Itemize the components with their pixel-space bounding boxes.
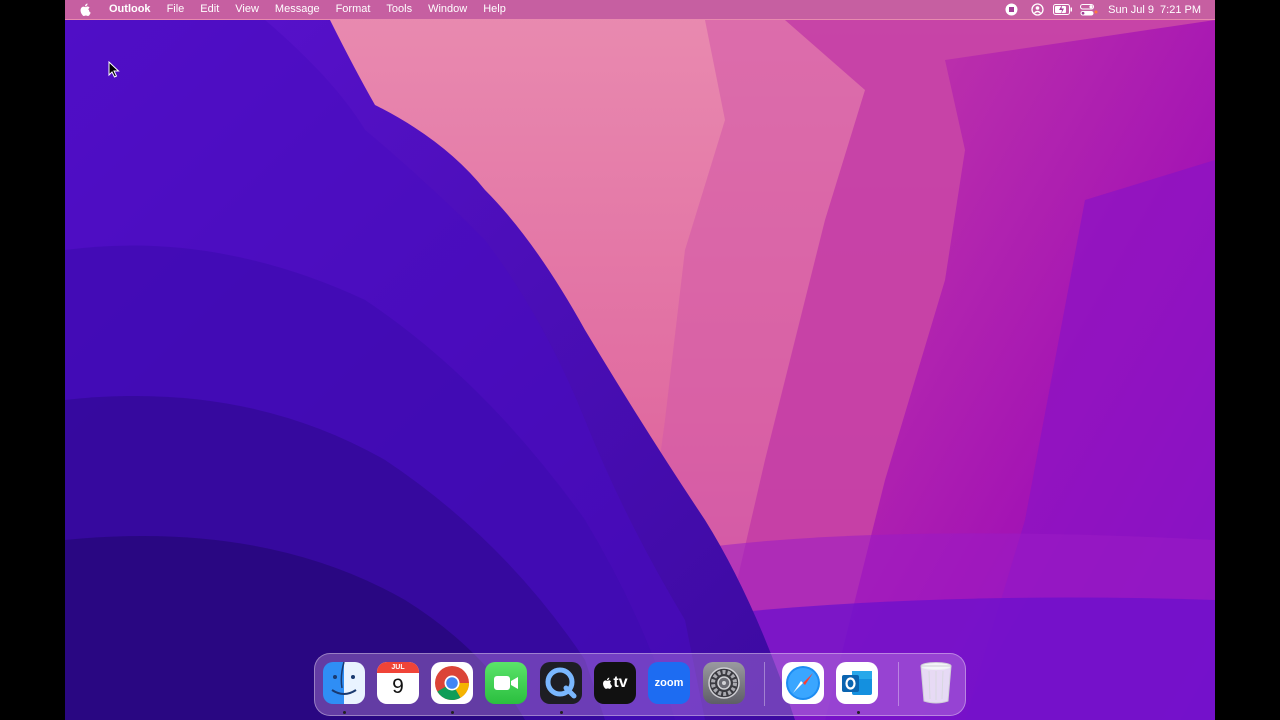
battery-charging-icon[interactable] xyxy=(1050,0,1076,19)
menu-window[interactable]: Window xyxy=(420,0,475,19)
outlook-running-indicator xyxy=(857,711,860,714)
menu-edit[interactable]: Edit xyxy=(192,0,227,19)
menu-bar: Outlook File Edit View Message Format To… xyxy=(65,0,1215,19)
dock-safari-compass-icon[interactable] xyxy=(782,662,824,704)
calendar-day-label: 9 xyxy=(392,675,404,698)
menu-tools[interactable]: Tools xyxy=(378,0,420,19)
menu-view[interactable]: View xyxy=(227,0,267,19)
dock-separator xyxy=(764,662,765,706)
menu-message[interactable]: Message xyxy=(267,0,328,19)
dock-chrome-icon[interactable] xyxy=(431,662,473,704)
user-icon[interactable] xyxy=(1024,0,1050,19)
dock-calendar-icon[interactable]: JUL 9 xyxy=(377,662,419,704)
desktop[interactable]: Outlook File Edit View Message Format To… xyxy=(65,0,1215,720)
dock-facetime-icon[interactable] xyxy=(485,662,527,704)
app-menu-outlook[interactable]: Outlook xyxy=(101,0,159,19)
dock: JUL 9 tv zoom xyxy=(314,653,966,716)
calendar-month-label: JUL xyxy=(377,662,419,673)
clock-time: 7:21 PM xyxy=(1160,3,1201,16)
clock-date: Sun Jul 9 xyxy=(1108,3,1155,16)
apple-menu-icon[interactable] xyxy=(79,3,101,16)
desktop-wallpaper xyxy=(65,0,1215,720)
dock-separator xyxy=(898,662,899,706)
dock-quicktime-icon[interactable] xyxy=(540,662,582,704)
chrome-running-indicator xyxy=(451,711,454,714)
mouse-cursor-icon xyxy=(108,61,120,78)
dock-zoom-icon[interactable]: zoom xyxy=(648,662,690,704)
dock-trash-icon[interactable] xyxy=(915,662,957,704)
screen-record-icon[interactable] xyxy=(998,0,1024,19)
finder-running-indicator xyxy=(343,711,346,714)
menu-help[interactable]: Help xyxy=(475,0,514,19)
dock-appletv-icon[interactable]: tv xyxy=(594,662,636,704)
control-center-icon[interactable] xyxy=(1076,0,1102,19)
menu-format[interactable]: Format xyxy=(328,0,379,19)
menu-bar-clock[interactable]: Sun Jul 9 7:21 PM xyxy=(1108,4,1201,16)
quicktime-running-indicator xyxy=(560,711,563,714)
zoom-label: zoom xyxy=(654,677,684,689)
dock-settings-gear-icon[interactable] xyxy=(703,662,745,704)
dock-finder-icon[interactable] xyxy=(323,662,365,704)
appletv-label: tv xyxy=(613,674,628,691)
dock-outlook-icon[interactable] xyxy=(836,662,878,704)
menu-file[interactable]: File xyxy=(159,0,193,19)
